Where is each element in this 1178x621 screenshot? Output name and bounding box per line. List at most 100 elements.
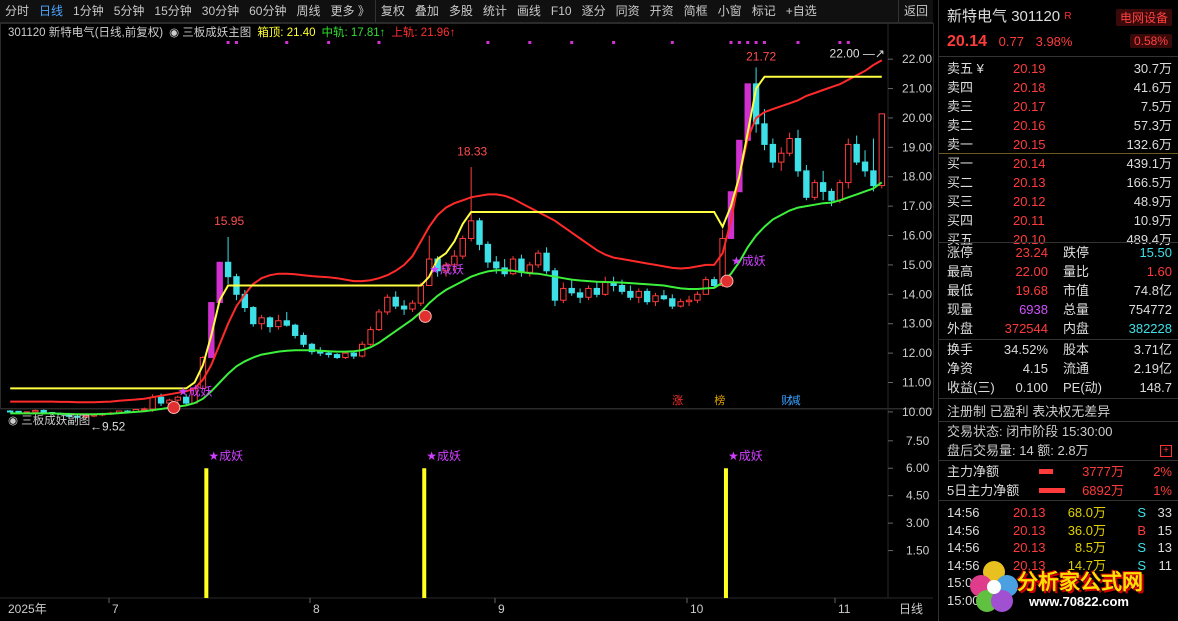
sub-tick-label: 1.50 [906, 544, 930, 558]
candle-body [7, 410, 14, 413]
y-tick-label: 18.00 [902, 170, 932, 184]
toolbar-item[interactable]: 60分钟 [244, 0, 291, 22]
toolbar-item[interactable]: 简框 [679, 0, 713, 22]
toolbar-item[interactable]: 同资 [611, 0, 645, 22]
stat-key: 最低 [947, 283, 974, 298]
candle-body [283, 320, 290, 326]
candle-body [878, 113, 885, 187]
toolbar-item[interactable]: 统计 [478, 0, 512, 22]
y-tick-label: 15.00 [902, 258, 932, 272]
toolbar-item[interactable]: 叠加 [410, 0, 444, 22]
stat-row: 收益(三) 0.100 PE(动) 148.7 [947, 378, 1172, 397]
candle-body [40, 409, 47, 413]
candle-body [560, 287, 567, 301]
y-tick-label: 20.00 [902, 111, 932, 125]
peak-label-1: 15.95 [214, 214, 244, 228]
stock-name: 新特电气 [947, 8, 1008, 25]
flow-bar [1039, 488, 1065, 493]
bid-label: 买三 [947, 194, 974, 209]
registration-tag: R [1064, 11, 1072, 22]
candle-body [778, 152, 785, 163]
stat-row: 换手 34.52% 股本 3.71亿 [947, 340, 1172, 359]
toolbar-item[interactable]: 分时 [0, 0, 34, 22]
tick-time: 14:56 [947, 505, 980, 520]
last-price: 20.14 [947, 33, 988, 50]
sub-tick-label: 3.00 [906, 516, 930, 530]
sector-badge[interactable]: 电网设备 [1115, 9, 1172, 26]
toolbar-item[interactable]: 开资 [645, 0, 679, 22]
tick-price: 20.13 [1013, 540, 1046, 555]
toolbar-item[interactable]: 周线 [291, 0, 325, 22]
candle-body [635, 290, 642, 298]
candle-body [409, 302, 416, 310]
bid-volume: 166.5万 [1126, 175, 1172, 190]
toolbar-item[interactable]: 5分钟 [109, 0, 150, 22]
stat-value: 23.24 [1015, 245, 1048, 260]
signal-dot [234, 41, 238, 44]
signal-dot [754, 41, 758, 44]
y-tick-label: 19.00 [902, 140, 932, 154]
toolbar-item[interactable]: 1分钟 [68, 0, 109, 22]
candle-body [141, 408, 148, 411]
candle-body [543, 252, 550, 272]
y-tick-label: 13.00 [902, 317, 932, 331]
candle-body [803, 170, 810, 198]
toolbar-item[interactable]: 逐分 [577, 0, 611, 22]
bid-volume: 439.1万 [1126, 156, 1172, 171]
candle-body [568, 287, 575, 294]
candle-body [392, 296, 399, 307]
toolbar-item[interactable]: 标记 [747, 0, 781, 22]
after-hours: 盘后交易量: 14 额: 2.8万 [947, 443, 1089, 458]
toolbar-item[interactable]: 更多 》 [326, 0, 375, 22]
candle-body [400, 305, 408, 310]
star-label: ★成妖 [429, 263, 464, 277]
chart-title: 301120 新特电气(日线,前复权) [8, 25, 163, 39]
tick-side: S [1137, 540, 1146, 555]
candle-body [828, 190, 835, 201]
toolbar-item[interactable]: 画线 [512, 0, 546, 22]
ask-volume: 7.5万 [1140, 99, 1172, 114]
price-pct: 3.98% [1035, 34, 1073, 49]
signal-dot [612, 41, 616, 44]
flow-pct: 2% [1153, 464, 1172, 479]
ask-label: 卖一 [947, 137, 974, 152]
toolbar-item[interactable]: 30分钟 [197, 0, 244, 22]
stat-key: 涨停 [947, 245, 974, 260]
tick-time: 14:56 [947, 522, 980, 538]
y-tick-label: 21.00 [902, 82, 932, 96]
ask-row: 卖四 20.18 41.6万 [947, 78, 1172, 97]
x-tick-label: 9 [498, 602, 505, 616]
bid-row: 买四 20.11 10.9万 [947, 211, 1172, 230]
x-tick-label: 8 [313, 602, 320, 616]
x-tick-label: 10 [690, 602, 704, 616]
sub-tick-label: 7.50 [906, 434, 930, 448]
toolbar-item[interactable]: +自选 [781, 0, 822, 22]
kline-chart[interactable]: 10.00 11.00 12.00 13.00 14.00 15.00 16.00 17.00… [0, 23, 935, 621]
candle-body [602, 282, 609, 295]
toolbar-item[interactable]: 复权 [374, 0, 410, 22]
x-tick-label: 11 [838, 602, 851, 616]
toolbar-item[interactable]: F10 [546, 0, 577, 22]
toolbar-item[interactable]: 15分钟 [149, 0, 196, 22]
bid-row: 买三 20.12 48.9万 [947, 192, 1172, 211]
signal-dot [327, 41, 331, 44]
sub-title: ◉ 三板成妖副图 [8, 413, 90, 427]
candle-body [627, 290, 634, 298]
stat-key: 流通 [1063, 361, 1090, 376]
toolbar-item[interactable]: 小窗 [713, 0, 747, 22]
ask-volume: 41.6万 [1133, 80, 1172, 95]
stat-key: 市值 [1063, 283, 1090, 298]
stat-value: 15.50 [1139, 245, 1172, 260]
expand-icon[interactable]: + [1160, 445, 1172, 457]
candle-body [685, 299, 693, 303]
toolbar-item[interactable]: 多股 [444, 0, 478, 22]
back-button[interactable]: 返回 [897, 0, 933, 22]
candle-body [551, 270, 559, 301]
candle-body [819, 182, 827, 192]
toolbar-item[interactable]: 日线 [34, 0, 68, 22]
flow-row: 主力净额 3777万 2% [947, 462, 1172, 481]
candle-body [861, 161, 869, 172]
band-line-箱顶 [10, 75, 882, 390]
event-marker: 减 [790, 394, 801, 407]
tick-volume: 8.5万 [1074, 540, 1106, 555]
